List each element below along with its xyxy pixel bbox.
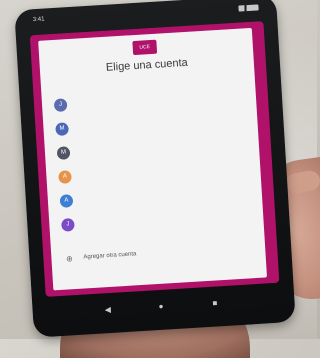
avatar: A [59, 194, 74, 208]
avatar: A [58, 170, 72, 184]
battery-icon [238, 4, 259, 12]
avatar: M [56, 146, 71, 160]
add-person-icon: ⊕ [65, 254, 74, 264]
page-title: Elige una cuenta [105, 56, 189, 74]
app-logo: UCE [132, 39, 158, 56]
avatar: J [53, 98, 68, 113]
status-time: 3:41 [32, 16, 45, 24]
home-icon[interactable]: ● [158, 302, 163, 311]
screen-frame: UCE Elige una cuenta J M M A A J ⊕ Agreg… [29, 21, 280, 297]
account-list: J M M A A J [53, 84, 256, 240]
add-account-label: Agregar otra cuenta [83, 251, 137, 261]
account-chooser: UCE Elige una cuenta J M M A A J ⊕ Agreg… [38, 27, 268, 291]
back-icon[interactable]: ◀ [104, 305, 111, 314]
avatar: M [55, 122, 69, 136]
avatar: J [61, 218, 75, 232]
phone: 3:41 UCE Elige una cuenta J M M A A J ⊕ … [14, 0, 296, 338]
add-account-button[interactable]: ⊕ Agregar otra cuenta [63, 242, 257, 268]
recents-icon[interactable]: ■ [212, 298, 217, 307]
